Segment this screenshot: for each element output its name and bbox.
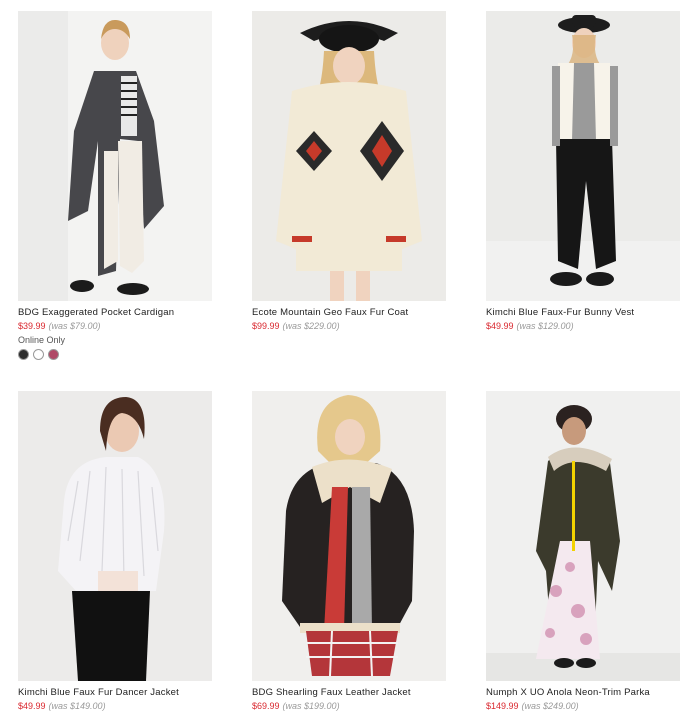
- color-swatches: [18, 349, 258, 360]
- product-price: $39.99 (was $79.00): [18, 321, 258, 331]
- product-info: Kimchi Blue Faux Fur Dancer Jacket $49.9…: [18, 687, 258, 711]
- sale-price: $149.99: [486, 701, 519, 711]
- was-price: (was $229.00): [282, 321, 340, 331]
- sale-price: $69.99: [252, 701, 280, 711]
- color-swatch-white[interactable]: [33, 349, 44, 360]
- product-image[interactable]: [18, 391, 212, 681]
- product-price: $49.99 (was $149.00): [18, 701, 258, 711]
- color-swatch-black[interactable]: [18, 349, 29, 360]
- product-price: $99.99 (was $229.00): [252, 321, 492, 331]
- product-image[interactable]: [486, 391, 680, 681]
- product-price: $49.99 (was $129.00): [486, 321, 696, 331]
- product-image[interactable]: [18, 11, 212, 301]
- product-image[interactable]: [252, 11, 446, 301]
- was-price: (was $149.00): [48, 701, 106, 711]
- was-price: (was $249.00): [521, 701, 579, 711]
- product-info: Ecote Mountain Geo Faux Fur Coat $99.99(…: [252, 307, 492, 331]
- product-info: BDG Shearling Faux Leather Jacket $69.99…: [252, 687, 492, 711]
- product-name[interactable]: BDG Shearling Faux Leather Jacket: [252, 687, 492, 698]
- product-info: Numph X UO Anola Neon-Trim Parka $149.99…: [486, 687, 696, 711]
- product-info: Kimchi Blue Faux-Fur Bunny Vest $49.99 (w…: [486, 307, 696, 331]
- sale-price: $39.99: [18, 321, 46, 331]
- product-name[interactable]: BDG Exaggerated Pocket Cardigan: [18, 307, 258, 318]
- product-card[interactable]: Ecote Mountain Geo Faux Fur Coat $99.99(…: [252, 11, 446, 331]
- product-card[interactable]: Numph X UO Anola Neon-Trim Parka $149.99…: [486, 391, 680, 711]
- was-price: (was $79.00): [48, 321, 101, 331]
- product-card[interactable]: Kimchi Blue Faux Fur Dancer Jacket $49.9…: [18, 391, 212, 711]
- online-only-label: Online Only: [18, 335, 66, 345]
- product-name[interactable]: Numph X UO Anola Neon-Trim Parka: [486, 687, 696, 698]
- sale-price: $49.99: [18, 701, 46, 711]
- was-price: (was $129.00): [516, 321, 574, 331]
- was-price: (was $199.00): [282, 701, 340, 711]
- product-info: BDG Exaggerated Pocket Cardigan $39.99 (w…: [18, 307, 258, 360]
- product-name[interactable]: Kimchi Blue Faux-Fur Bunny Vest: [486, 307, 696, 318]
- sale-price: $99.99: [252, 321, 280, 331]
- product-card[interactable]: BDG Shearling Faux Leather Jacket $69.99…: [252, 391, 446, 711]
- product-card[interactable]: Kimchi Blue Faux-Fur Bunny Vest $49.99 (w…: [486, 11, 680, 331]
- product-image[interactable]: [486, 11, 680, 301]
- product-name[interactable]: Ecote Mountain Geo Faux Fur Coat: [252, 307, 492, 318]
- product-price: $69.99 (was $199.00): [252, 701, 492, 711]
- product-price: $149.99 (was $249.00): [486, 701, 696, 711]
- color-swatch-rose[interactable]: [48, 349, 59, 360]
- product-name[interactable]: Kimchi Blue Faux Fur Dancer Jacket: [18, 687, 258, 698]
- sale-price: $49.99: [486, 321, 514, 331]
- product-image[interactable]: [252, 391, 446, 681]
- product-card[interactable]: BDG Exaggerated Pocket Cardigan $39.99 (w…: [18, 11, 212, 360]
- product-grid: BDG Exaggerated Pocket Cardigan $39.99 (w…: [0, 0, 696, 722]
